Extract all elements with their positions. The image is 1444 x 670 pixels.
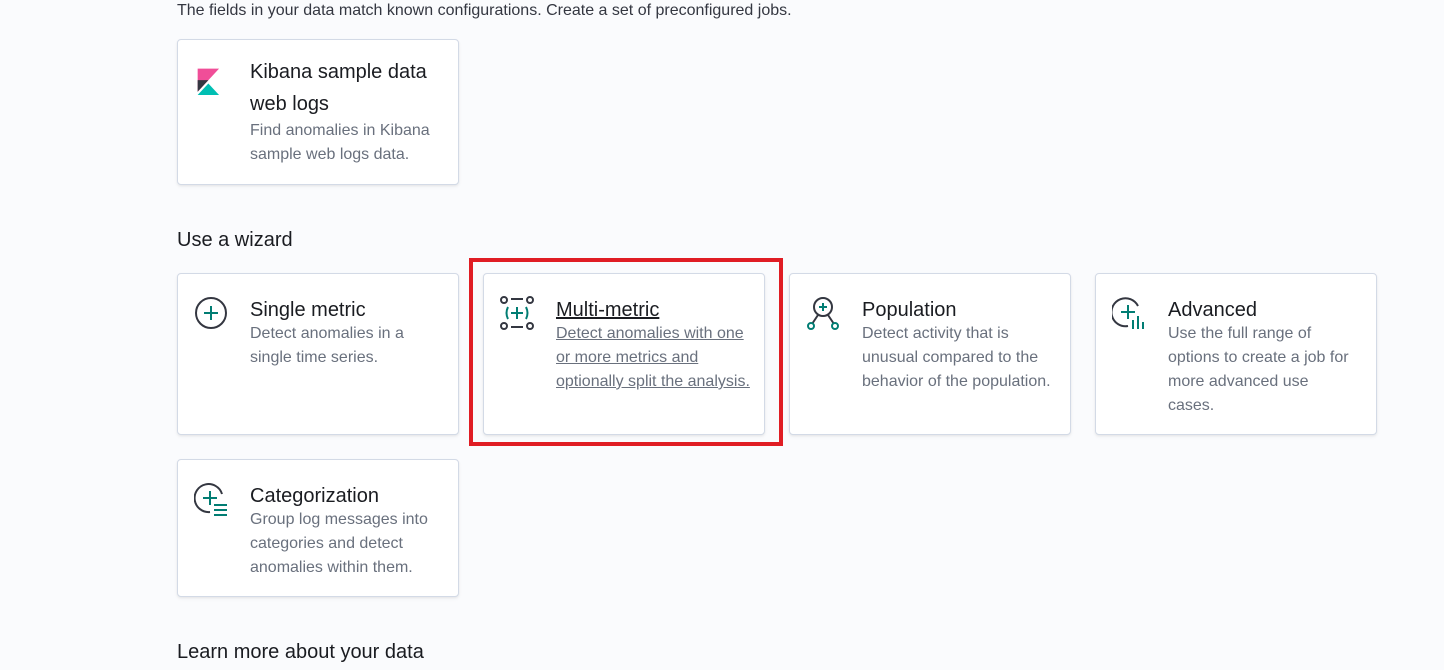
- kibana-sample-web-logs-card[interactable]: Kibana sample data web logs Find anomali…: [177, 39, 459, 185]
- card-description: Find anomalies in Kibana sample web logs…: [250, 122, 430, 163]
- card-description: Detect anomalies in a single time series…: [250, 325, 404, 366]
- card-description: Detect activity that is unusual compared…: [862, 325, 1051, 390]
- advanced-card[interactable]: Advanced Use the full range of options t…: [1095, 273, 1377, 435]
- kibana-logo-icon: [197, 68, 220, 95]
- card-title: Kibana sample data web logs: [250, 61, 427, 115]
- intro-text: The fields in your data match known conf…: [177, 2, 792, 19]
- highlight-box: [469, 258, 783, 446]
- single-metric-icon: [195, 297, 227, 329]
- advanced-icon: [1112, 297, 1144, 329]
- wizard-section-title: Use a wizard: [177, 229, 293, 251]
- card-description: Use the full range of options to create …: [1168, 325, 1349, 414]
- single-metric-card[interactable]: Single metric Detect anomalies in a sing…: [177, 273, 459, 435]
- card-description: Group log messages into categories and d…: [250, 511, 428, 576]
- population-card[interactable]: Population Detect activity that is unusu…: [789, 273, 1071, 435]
- learn-section-title: Learn more about your data: [177, 641, 424, 663]
- population-icon: [807, 297, 839, 330]
- categorization-icon: [194, 483, 227, 516]
- categorization-card[interactable]: Categorization Group log messages into c…: [177, 459, 459, 597]
